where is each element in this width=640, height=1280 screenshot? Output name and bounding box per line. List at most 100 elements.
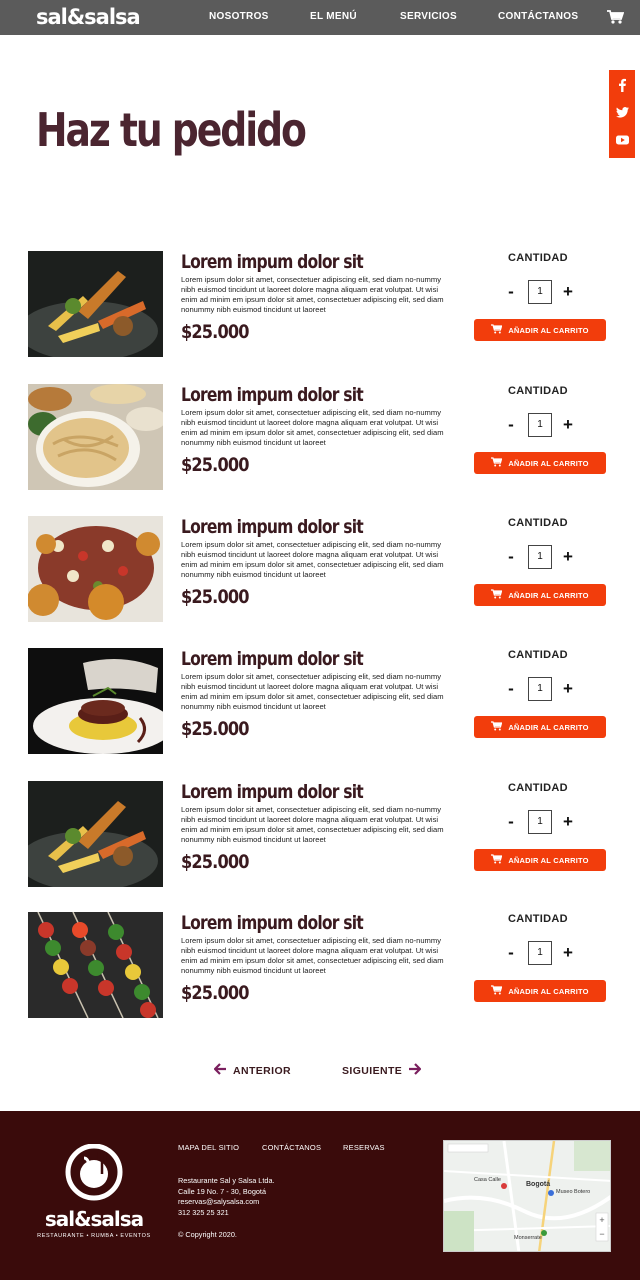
- product-row: Lorem impum dolor sit Lorem ipsum dolor s…: [28, 251, 608, 359]
- quantity-increase-button[interactable]: +: [561, 548, 575, 565]
- footer-tagline: RESTAURANTE • RUMBA • EVENTOS: [37, 1233, 151, 1239]
- product-name: Lorem impum dolor sit: [181, 781, 364, 803]
- page-title: Haz tu pedido: [36, 103, 307, 157]
- product-image[interactable]: [28, 516, 163, 622]
- product-row: Lorem impum dolor sit Lorem ipsum dolor s…: [28, 912, 608, 1020]
- product-description: Lorem ipsum dolor sit amet, consectetuer…: [181, 275, 444, 314]
- prev-label: ANTERIOR: [233, 1064, 292, 1077]
- product-row: Lorem impum dolor sit Lorem ipsum dolor s…: [28, 781, 608, 889]
- product-image[interactable]: [28, 384, 163, 490]
- quantity-decrease-button[interactable]: -: [504, 416, 518, 433]
- footer: sal&salsa RESTAURANTE • RUMBA • EVENTOS …: [0, 1111, 640, 1280]
- quantity-increase-button[interactable]: +: [561, 944, 575, 961]
- quantity-decrease-button[interactable]: -: [504, 813, 518, 830]
- footer-link-reservas[interactable]: RESERVAS: [343, 1143, 385, 1152]
- email-link[interactable]: reservas@salysalsa.com: [178, 1197, 275, 1208]
- add-to-cart-label: AÑADIR AL CARRITO: [508, 458, 589, 468]
- quantity-input[interactable]: 1: [528, 280, 552, 304]
- product-price: $25.000: [181, 321, 249, 343]
- product-description: Lorem ipsum dolor sit amet, consectetuer…: [181, 936, 444, 975]
- add-to-cart-button[interactable]: AÑADIR AL CARRITO: [474, 452, 606, 474]
- product-description: Lorem ipsum dolor sit amet, consectetuer…: [181, 540, 444, 579]
- logo[interactable]: sal&salsa: [36, 5, 141, 29]
- map-label-monserrate: Monserrate: [514, 1235, 542, 1241]
- location-map[interactable]: + − Bogotá Casa Calle Museo Botero Monse…: [443, 1140, 611, 1252]
- copyright: © Copyright 2020.: [178, 1230, 237, 1239]
- add-to-cart-button[interactable]: AÑADIR AL CARRITO: [474, 980, 606, 1002]
- add-to-cart-label: AÑADIR AL CARRITO: [508, 722, 589, 732]
- add-to-cart-label: AÑADIR AL CARRITO: [508, 986, 589, 996]
- prev-page-link[interactable]: ANTERIOR: [213, 1063, 292, 1078]
- product-image[interactable]: [28, 251, 163, 357]
- quantity-decrease-button[interactable]: -: [504, 548, 518, 565]
- quantity-decrease-button[interactable]: -: [504, 680, 518, 697]
- product-name: Lorem impum dolor sit: [181, 648, 364, 670]
- add-to-cart-button[interactable]: AÑADIR AL CARRITO: [474, 319, 606, 341]
- map-label-bogota: Bogotá: [526, 1181, 551, 1188]
- quantity-input[interactable]: 1: [528, 545, 552, 569]
- phone-number: 312 325 25 321: [178, 1207, 229, 1217]
- quantity-input[interactable]: 1: [528, 413, 552, 437]
- add-to-cart-button[interactable]: AÑADIR AL CARRITO: [474, 716, 606, 738]
- facebook-icon[interactable]: [617, 78, 627, 97]
- footer-logo-text: sal&salsa: [44, 1207, 144, 1231]
- svg-text:+: +: [599, 1215, 604, 1225]
- cart-icon: [491, 854, 503, 866]
- arrow-right-icon: [408, 1063, 422, 1078]
- product-name: Lorem impum dolor sit: [181, 516, 364, 538]
- quantity-decrease-button[interactable]: -: [504, 283, 518, 300]
- cart-icon: [491, 721, 503, 733]
- add-to-cart-label: AÑADIR AL CARRITO: [508, 590, 589, 600]
- street-address: Calle 19 No. 7 - 30, Bogotá: [178, 1186, 267, 1196]
- nav-link-servicios[interactable]: SERVICIOS: [400, 11, 457, 22]
- product-name: Lorem impum dolor sit: [181, 251, 364, 273]
- next-page-link[interactable]: SIGUIENTE: [342, 1063, 422, 1078]
- quantity-decrease-button[interactable]: -: [504, 944, 518, 961]
- cart-icon: [491, 457, 503, 469]
- add-to-cart-label: AÑADIR AL CARRITO: [508, 855, 589, 865]
- company-name: Restaurante Sal y Salsa Ltda.: [178, 1176, 275, 1185]
- footer-link-sitemap[interactable]: MAPA DEL SITIO: [178, 1143, 239, 1152]
- product-price: $25.000: [181, 454, 249, 476]
- map-label-casa-calle: Casa Calle: [474, 1177, 501, 1183]
- quantity-label: CANTIDAD: [508, 517, 568, 529]
- quantity-increase-button[interactable]: +: [561, 283, 575, 300]
- social-bar: [609, 70, 635, 158]
- quantity-label: CANTIDAD: [508, 782, 568, 794]
- quantity-label: CANTIDAD: [508, 385, 568, 397]
- quantity-input[interactable]: 1: [528, 941, 552, 965]
- youtube-icon[interactable]: [615, 132, 629, 150]
- arrow-left-icon: [213, 1063, 227, 1078]
- nav-link-menu[interactable]: EL MENÚ: [310, 11, 357, 22]
- quantity-input[interactable]: 1: [528, 677, 552, 701]
- quantity-label: CANTIDAD: [508, 649, 568, 661]
- product-row: Lorem impum dolor sit Lorem ipsum dolor s…: [28, 384, 608, 492]
- next-label: SIGUIENTE: [342, 1064, 403, 1077]
- add-to-cart-button[interactable]: AÑADIR AL CARRITO: [474, 584, 606, 606]
- product-price: $25.000: [181, 586, 249, 608]
- product-image[interactable]: [28, 781, 163, 887]
- quantity-input[interactable]: 1: [528, 810, 552, 834]
- nav-link-nosotros[interactable]: NOSOTROS: [209, 11, 269, 22]
- nav-link-contactanos[interactable]: CONTÁCTANOS: [498, 11, 578, 22]
- cart-icon[interactable]: [606, 9, 625, 30]
- product-row: Lorem impum dolor sit Lorem ipsum dolor s…: [28, 648, 608, 756]
- product-description: Lorem ipsum dolor sit amet, consectetuer…: [181, 672, 444, 711]
- product-price: $25.000: [181, 982, 249, 1004]
- product-name: Lorem impum dolor sit: [181, 384, 364, 406]
- cart-icon: [491, 985, 503, 997]
- product-description: Lorem ipsum dolor sit amet, consectetuer…: [181, 408, 444, 447]
- footer-link-contact[interactable]: CONTÁCTANOS: [262, 1143, 321, 1152]
- product-name: Lorem impum dolor sit: [181, 912, 364, 934]
- product-image[interactable]: [28, 912, 163, 1018]
- footer-address: Restaurante Sal y Salsa Ltda. Calle 19 N…: [178, 1176, 275, 1218]
- quantity-increase-button[interactable]: +: [561, 813, 575, 830]
- add-to-cart-button[interactable]: AÑADIR AL CARRITO: [474, 849, 606, 871]
- product-image[interactable]: [28, 648, 163, 754]
- quantity-increase-button[interactable]: +: [561, 680, 575, 697]
- footer-logo[interactable]: sal&salsa RESTAURANTE • RUMBA • EVENTOS: [32, 1143, 156, 1239]
- product-description: Lorem ipsum dolor sit amet, consectetuer…: [181, 805, 444, 844]
- quantity-increase-button[interactable]: +: [561, 416, 575, 433]
- twitter-icon[interactable]: [615, 105, 629, 123]
- map-label-museo: Museo Botero: [556, 1189, 591, 1195]
